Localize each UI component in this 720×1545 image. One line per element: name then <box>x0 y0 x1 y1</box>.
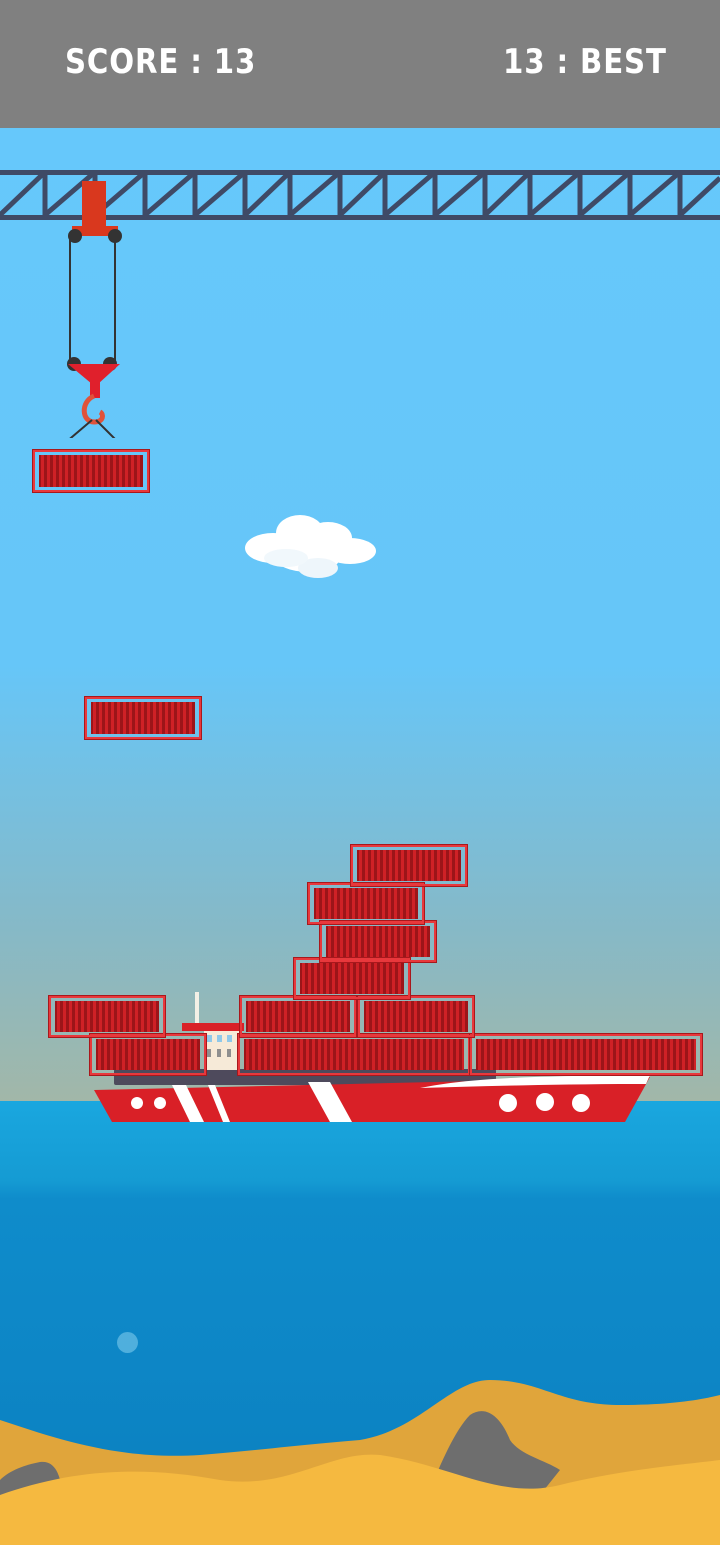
porthole <box>131 1097 143 1109</box>
hud-bar: SCORE : 13 13 : BEST <box>0 0 720 128</box>
hook-icon <box>81 393 105 425</box>
bubble <box>117 1332 138 1353</box>
ship-bridge <box>204 1031 240 1070</box>
porthole <box>154 1097 166 1109</box>
stacked-container <box>307 882 425 925</box>
stacked-container <box>237 1033 471 1076</box>
porthole <box>536 1093 554 1111</box>
ship-bridge-roof <box>182 1023 244 1031</box>
stacked-container <box>239 995 357 1038</box>
ship-hull <box>94 1075 650 1122</box>
stacked-container <box>48 995 166 1038</box>
hanging-container <box>32 449 150 493</box>
ship-mast <box>195 992 199 1024</box>
cloud <box>245 515 376 578</box>
crane-trolley <box>67 181 122 438</box>
stacked-container <box>357 995 475 1038</box>
seabed <box>0 1380 720 1545</box>
falling-container <box>84 696 202 740</box>
stacked-container <box>319 920 437 963</box>
porthole <box>572 1094 590 1112</box>
stacked-container <box>293 957 411 1000</box>
porthole <box>499 1094 517 1112</box>
game-stage[interactable]: SCORE : 13 13 : BEST <box>0 0 720 1545</box>
score-label: SCORE : 13 <box>65 42 257 82</box>
stacked-container <box>350 844 468 887</box>
stacked-container <box>89 1033 207 1076</box>
stacked-container <box>469 1033 703 1076</box>
best-score-label: 13 : BEST <box>503 42 667 82</box>
